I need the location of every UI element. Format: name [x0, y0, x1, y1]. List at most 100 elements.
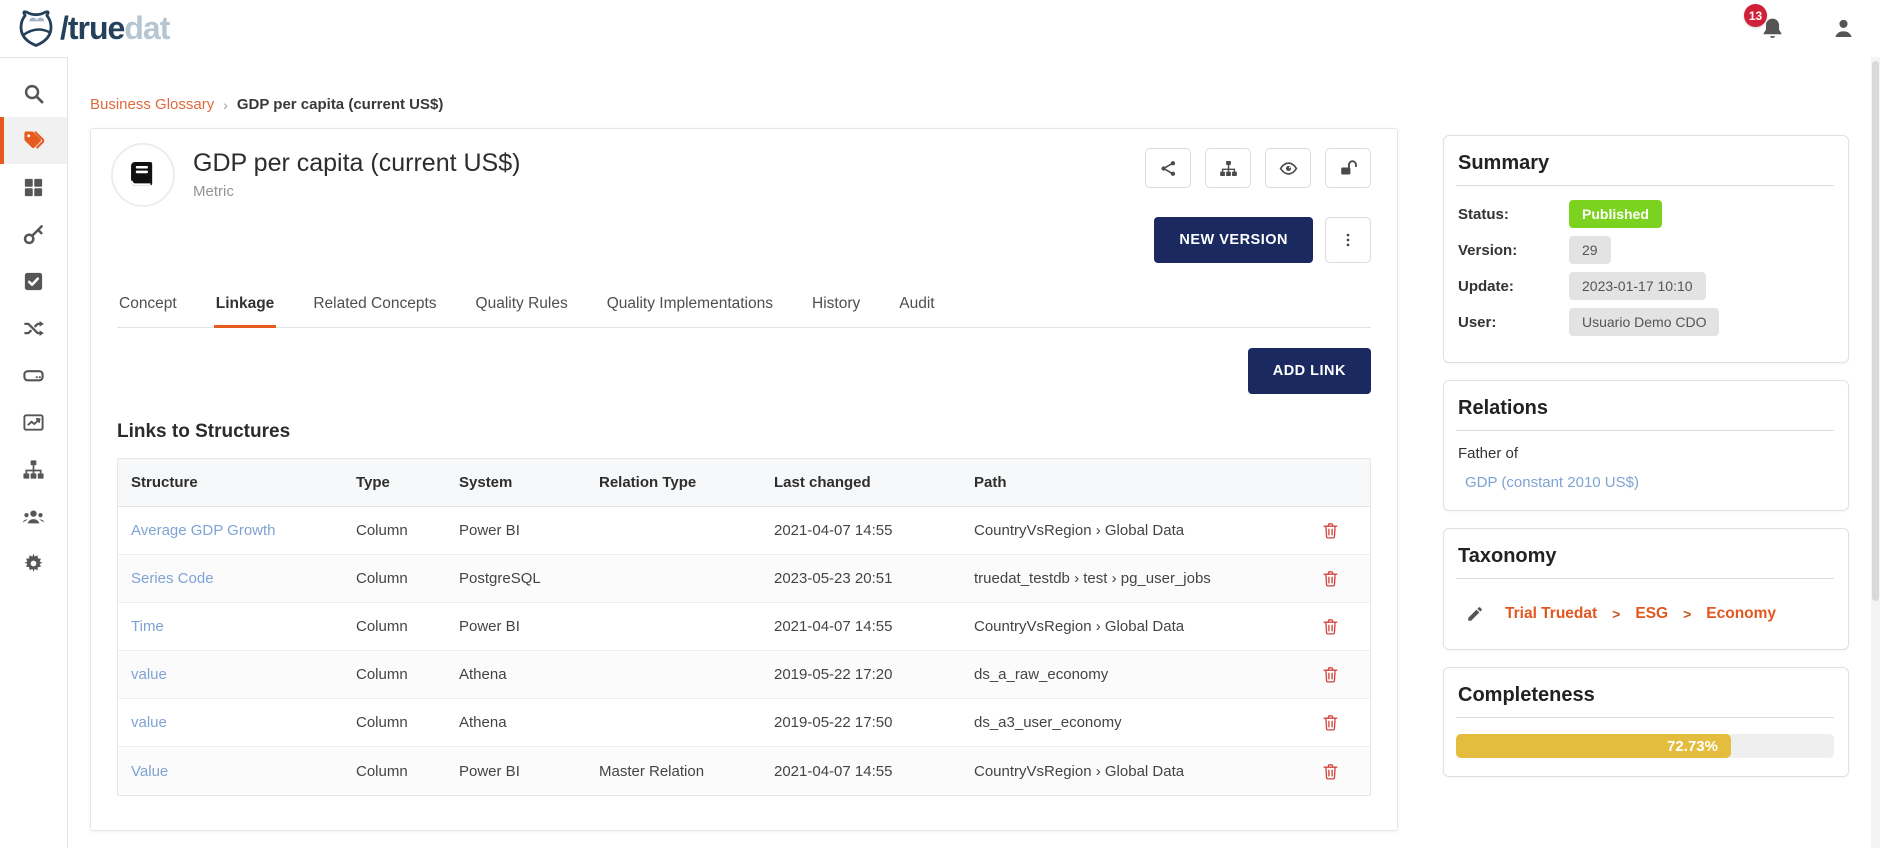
delete-link-button[interactable]	[1321, 568, 1343, 590]
delete-link-button[interactable]	[1321, 664, 1343, 686]
structure-type-cell: Column	[343, 714, 446, 731]
sidebar-item-settings[interactable]	[0, 540, 67, 587]
edit-taxonomy-button[interactable]	[1466, 605, 1484, 623]
taxonomy-link-leaf[interactable]: Economy	[1706, 605, 1776, 623]
sidebar-item-structures[interactable]	[0, 446, 67, 493]
column-header-relation-type: Relation Type	[586, 474, 761, 491]
tab-quality-rules[interactable]: Quality Rules	[474, 285, 570, 327]
related-concept-link[interactable]: GDP (constant 2010 US$)	[1465, 474, 1639, 491]
table-row: value Column Athena 2019-05-22 17:50 ds_…	[118, 699, 1370, 747]
table-row: value Column Athena 2019-05-22 17:20 ds_…	[118, 651, 1370, 699]
more-options-button[interactable]	[1325, 217, 1371, 263]
summary-field-value-badge: Usuario Demo CDO	[1569, 308, 1719, 336]
watch-button[interactable]	[1265, 148, 1311, 188]
trash-icon	[1321, 617, 1343, 636]
add-link-button[interactable]: ADD LINK	[1248, 348, 1371, 394]
links-table-body: Average GDP Growth Column Power BI 2021-…	[118, 507, 1370, 795]
taxonomy-link-domain[interactable]: Trial Truedat	[1505, 605, 1597, 623]
user-menu-button[interactable]	[1831, 16, 1856, 41]
structure-link[interactable]: Time	[131, 618, 164, 635]
delete-link-button[interactable]	[1321, 616, 1343, 638]
sidebar-item-lineage[interactable]	[0, 305, 67, 352]
structure-link[interactable]: Series Code	[131, 570, 214, 587]
confidentiality-button[interactable]	[1325, 148, 1371, 188]
column-header-structure: Structure	[118, 474, 343, 491]
left-navigation-sidebar	[0, 57, 68, 848]
completeness-title: Completeness	[1456, 682, 1834, 718]
concept-primary-actions: NEW VERSION	[1154, 217, 1371, 263]
structure-type-cell: Column	[343, 522, 446, 539]
breadcrumb-current: GDP per capita (current US$)	[237, 96, 443, 113]
tab-linkage[interactable]: Linkage	[214, 285, 277, 328]
table-row: Time Column Power BI 2021-04-07 14:55 Co…	[118, 603, 1370, 651]
breadcrumb-parent-link[interactable]: Business Glossary	[90, 96, 214, 113]
last-changed-cell: 2019-05-22 17:20	[761, 666, 961, 683]
structure-link[interactable]: Average GDP Growth	[131, 522, 276, 539]
share-button[interactable]	[1145, 148, 1191, 188]
new-version-button[interactable]: NEW VERSION	[1154, 217, 1313, 263]
sidebar-item-glossary[interactable]	[0, 117, 67, 164]
structure-link[interactable]: value	[131, 666, 167, 683]
dashboards-chart-icon	[22, 411, 45, 434]
structure-link[interactable]: value	[131, 714, 167, 731]
summary-field-value-badge: 2023-01-17 10:10	[1569, 272, 1706, 300]
pencil-icon	[1466, 605, 1484, 623]
sidebar-item-users[interactable]	[0, 493, 67, 540]
path-cell: ds_a_raw_economy	[961, 666, 1291, 683]
delete-link-button[interactable]	[1321, 712, 1343, 734]
system-cell: Athena	[446, 714, 586, 731]
page-scrollbar-thumb[interactable]	[1872, 61, 1879, 601]
breadcrumb-separator: ›	[223, 97, 228, 113]
tab-audit[interactable]: Audit	[897, 285, 936, 327]
relations-title: Relations	[1456, 395, 1834, 431]
taxonomy-panel: Taxonomy Trial Truedat > ESG > Economy	[1443, 528, 1849, 650]
concept-template-type: Metric	[193, 183, 520, 200]
sidebar-item-quality[interactable]	[0, 258, 67, 305]
tab-quality-implementations[interactable]: Quality Implementations	[605, 285, 775, 327]
quality-check-icon	[22, 270, 45, 293]
concept-icon-buttons	[1145, 148, 1371, 188]
sidebar-item-dashboards[interactable]	[0, 399, 67, 446]
delete-link-button[interactable]	[1321, 760, 1343, 782]
truedat-logo[interactable]: /truedat	[16, 8, 169, 48]
taxonomy-link-subdomain[interactable]: ESG	[1635, 605, 1668, 623]
add-link-row: ADD LINK	[91, 328, 1397, 394]
trash-icon	[1321, 665, 1343, 684]
table-row: Series Code Column PostgreSQL 2023-05-23…	[118, 555, 1370, 603]
summary-field-value-badge: 29	[1569, 236, 1611, 264]
column-header-system: System	[446, 474, 586, 491]
system-cell: Athena	[446, 666, 586, 683]
relation-kind-label: Father of	[1458, 445, 1834, 462]
share-icon	[1159, 159, 1178, 178]
summary-field: Update: 2023-01-17 10:10	[1456, 272, 1834, 300]
taxonomy-path: Trial Truedat > ESG > Economy	[1456, 593, 1834, 631]
book-icon	[125, 157, 161, 193]
search-icon	[22, 82, 45, 105]
concept-type-avatar	[111, 143, 175, 207]
path-cell: CountryVsRegion › Global Data	[961, 763, 1291, 780]
summary-field: Status: Published	[1456, 200, 1834, 228]
page-scrollbar-track[interactable]	[1871, 57, 1880, 848]
concept-tabs: Concept Linkage Related Concepts Quality…	[117, 285, 1371, 328]
data-sources-drive-icon	[22, 364, 45, 387]
last-changed-cell: 2021-04-07 14:55	[761, 522, 961, 539]
structure-links-button[interactable]	[1205, 148, 1251, 188]
tab-related-concepts[interactable]: Related Concepts	[311, 285, 438, 327]
links-table: Structure Type System Relation Type Last…	[117, 458, 1371, 796]
notifications-bell-button[interactable]: 13	[1760, 16, 1785, 41]
column-header-path: Path	[961, 474, 1291, 491]
taxonomy-separator: >	[1683, 606, 1691, 622]
tab-concept[interactable]: Concept	[117, 285, 179, 327]
structure-link[interactable]: Value	[131, 763, 168, 780]
delete-link-button[interactable]	[1321, 520, 1343, 542]
sidebar-item-search[interactable]	[0, 70, 67, 117]
links-section-title: Links to Structures	[117, 421, 1371, 443]
owl-logo-icon	[16, 8, 56, 48]
sidebar-item-permissions[interactable]	[0, 211, 67, 258]
user-avatar-icon	[1831, 16, 1856, 41]
path-cell: CountryVsRegion › Global Data	[961, 522, 1291, 539]
tab-history[interactable]: History	[810, 285, 862, 327]
summary-field-label: Update:	[1456, 278, 1569, 295]
sidebar-item-data-sources[interactable]	[0, 352, 67, 399]
sidebar-item-modules[interactable]	[0, 164, 67, 211]
